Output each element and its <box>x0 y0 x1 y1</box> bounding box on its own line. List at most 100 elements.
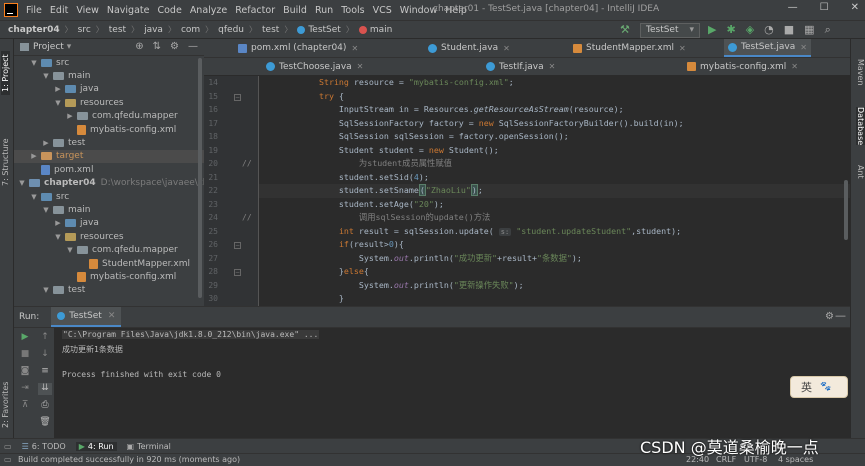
tree-node[interactable]: ▶ target <box>14 149 204 163</box>
tool-window-icon[interactable]: ▭ <box>4 442 12 451</box>
editor-tab[interactable]: mybatis-config.xml ✕ <box>678 58 802 75</box>
console-output[interactable]: "C:\Program Files\Java\jdk1.8.0_212\bin\… <box>54 328 850 438</box>
menu-edit[interactable]: Edit <box>46 5 72 16</box>
close-icon[interactable]: ✕ <box>679 44 686 53</box>
close-icon[interactable]: ✕ <box>503 44 510 53</box>
breadcrumb-item[interactable]: test <box>262 25 279 35</box>
breadcrumb-item[interactable]: test <box>109 25 126 35</box>
breadcrumb-item[interactable]: java <box>144 25 163 35</box>
favorites-tool-tab[interactable]: 2: Favorites <box>1 379 10 431</box>
close-icon[interactable]: ✕ <box>549 62 556 71</box>
editor-tab[interactable]: TestChoose.java ✕ <box>262 58 367 75</box>
tree-node[interactable]: ▶ test <box>14 136 85 149</box>
ant-tool-tab[interactable]: Ant <box>856 165 865 179</box>
editor-tab[interactable]: pom.xml (chapter04) ✕ <box>234 39 362 57</box>
tree-node[interactable]: ▼ src <box>14 56 69 69</box>
tree-node[interactable]: ▶ java <box>14 83 99 96</box>
build-hammer-icon[interactable]: ⚒ <box>620 23 630 36</box>
debug-icon[interactable]: ✱ <box>726 23 735 37</box>
minimize-button[interactable]: — <box>788 2 798 13</box>
tree-node[interactable]: ▶ java <box>14 217 99 230</box>
expand-arrow-icon[interactable]: ▼ <box>30 193 38 201</box>
breadcrumb-item[interactable]: TestSet <box>308 25 341 35</box>
exit-icon[interactable]: ⇥ <box>18 383 32 395</box>
tree-node[interactable]: ▼ main <box>14 203 90 216</box>
expand-arrow-icon[interactable]: ▼ <box>54 99 62 107</box>
profile-icon[interactable]: ◔ <box>764 23 774 37</box>
code-editor[interactable]: String resource = "mybatis-config.xml"; … <box>259 76 850 306</box>
menu-refactor[interactable]: Refactor <box>231 5 279 16</box>
menu-vcs[interactable]: VCS <box>369 5 396 16</box>
expand-arrow-icon[interactable]: ▼ <box>30 59 38 67</box>
tree-node[interactable]: ▼ main <box>14 69 90 82</box>
fold-icon[interactable]: − <box>234 93 241 101</box>
close-icon[interactable]: ✕ <box>108 311 116 321</box>
close-icon[interactable]: ✕ <box>791 62 798 71</box>
expand-arrow-icon[interactable]: ▼ <box>42 286 50 294</box>
run-tab-testset[interactable]: TestSet ✕ <box>51 307 122 327</box>
print-icon[interactable]: ⎙ <box>38 400 52 412</box>
structure-tool-tab[interactable]: 7: Structure <box>1 135 10 189</box>
close-button[interactable]: ✕ <box>851 2 859 13</box>
gear-icon[interactable]: ⚙ <box>170 41 179 52</box>
editor-scrollbar[interactable] <box>844 180 848 240</box>
tree-scrollbar[interactable] <box>198 58 202 298</box>
breadcrumb-item[interactable]: main <box>370 25 393 35</box>
status-message[interactable]: Build completed successfully in 920 ms (… <box>18 455 240 464</box>
tree-node[interactable]: mybatis-config.xml <box>14 270 176 283</box>
trash-icon[interactable]: 🗑 <box>38 417 52 429</box>
tree-node[interactable]: pom.xml <box>14 163 93 176</box>
project-tool-tab[interactable]: 1: Project <box>1 51 10 95</box>
menu-file[interactable]: File <box>22 5 46 16</box>
todo-tab[interactable]: ☰ 6: TODO <box>22 442 66 451</box>
fold-icon[interactable]: − <box>234 242 241 249</box>
down-icon[interactable]: ↓ <box>38 349 52 361</box>
stop-icon[interactable]: ■ <box>18 349 32 361</box>
editor-tab[interactable]: StudentMapper.xml ✕ <box>564 39 690 57</box>
expand-arrow-icon[interactable]: ▼ <box>42 206 50 214</box>
maven-tool-tab[interactable]: Maven <box>856 59 865 86</box>
expand-arrow-icon[interactable]: ▶ <box>66 112 74 120</box>
expand-arrow-icon[interactable]: ▼ <box>54 233 62 241</box>
fold-icon[interactable]: − <box>234 269 241 276</box>
menu-navigate[interactable]: Navigate <box>103 5 154 16</box>
tree-node[interactable]: ▼ chapter04 D:\workspace\javaee\chapter0 <box>14 177 204 190</box>
coverage-icon[interactable]: ◈ <box>746 23 754 37</box>
close-icon[interactable]: ✕ <box>357 62 364 71</box>
tree-node[interactable]: ▶ com.qfedu.mapper <box>14 110 177 123</box>
project-panel-title[interactable]: Project <box>33 42 64 52</box>
locate-icon[interactable]: ⊕ <box>135 41 143 52</box>
menu-view[interactable]: View <box>72 5 103 16</box>
collapse-icon[interactable]: ⇅ <box>153 41 161 52</box>
rerun-icon[interactable]: ▶ <box>18 332 32 344</box>
status-icon[interactable]: ▭ <box>4 455 12 464</box>
breadcrumb-item[interactable]: qfedu <box>218 25 244 35</box>
terminal-tab[interactable]: ▣ Terminal <box>127 442 171 451</box>
tree-node[interactable]: ▼ com.qfedu.mapper <box>14 244 177 257</box>
stop-icon[interactable]: ■ <box>784 23 794 37</box>
run-configuration-select[interactable]: TestSet ▾ <box>640 23 700 38</box>
pin-icon[interactable]: ⊼ <box>18 400 32 412</box>
expand-arrow-icon[interactable]: ▶ <box>30 152 38 160</box>
maximize-button[interactable]: ☐ <box>820 2 829 13</box>
menu-run[interactable]: Run <box>311 5 337 16</box>
expand-arrow-icon[interactable]: ▶ <box>54 219 62 227</box>
close-icon[interactable]: ✕ <box>800 43 807 52</box>
database-tool-tab[interactable]: Database <box>856 107 865 146</box>
menu-analyze[interactable]: Analyze <box>186 5 231 16</box>
menu-tools[interactable]: Tools <box>337 5 368 16</box>
expand-arrow-icon[interactable]: ▼ <box>42 72 50 80</box>
ime-indicator[interactable]: 英 🐾 <box>790 376 848 398</box>
tree-node[interactable]: mybatis-config.xml <box>14 123 176 136</box>
scroll-end-icon[interactable]: ⇊ <box>38 383 52 395</box>
editor-tab[interactable]: TestIf.java ✕ <box>482 58 559 75</box>
close-icon[interactable]: ✕ <box>351 44 358 53</box>
project-structure-icon[interactable]: ▦ <box>804 23 814 37</box>
hide-icon[interactable]: — <box>835 309 846 322</box>
menu-code[interactable]: Code <box>153 5 185 16</box>
expand-arrow-icon[interactable]: ▼ <box>66 246 74 254</box>
hide-icon[interactable]: — <box>188 41 198 52</box>
expand-arrow-icon[interactable]: ▶ <box>54 85 62 93</box>
breadcrumb-item[interactable]: com <box>181 25 200 35</box>
gear-icon[interactable]: ⚙ <box>825 311 834 322</box>
